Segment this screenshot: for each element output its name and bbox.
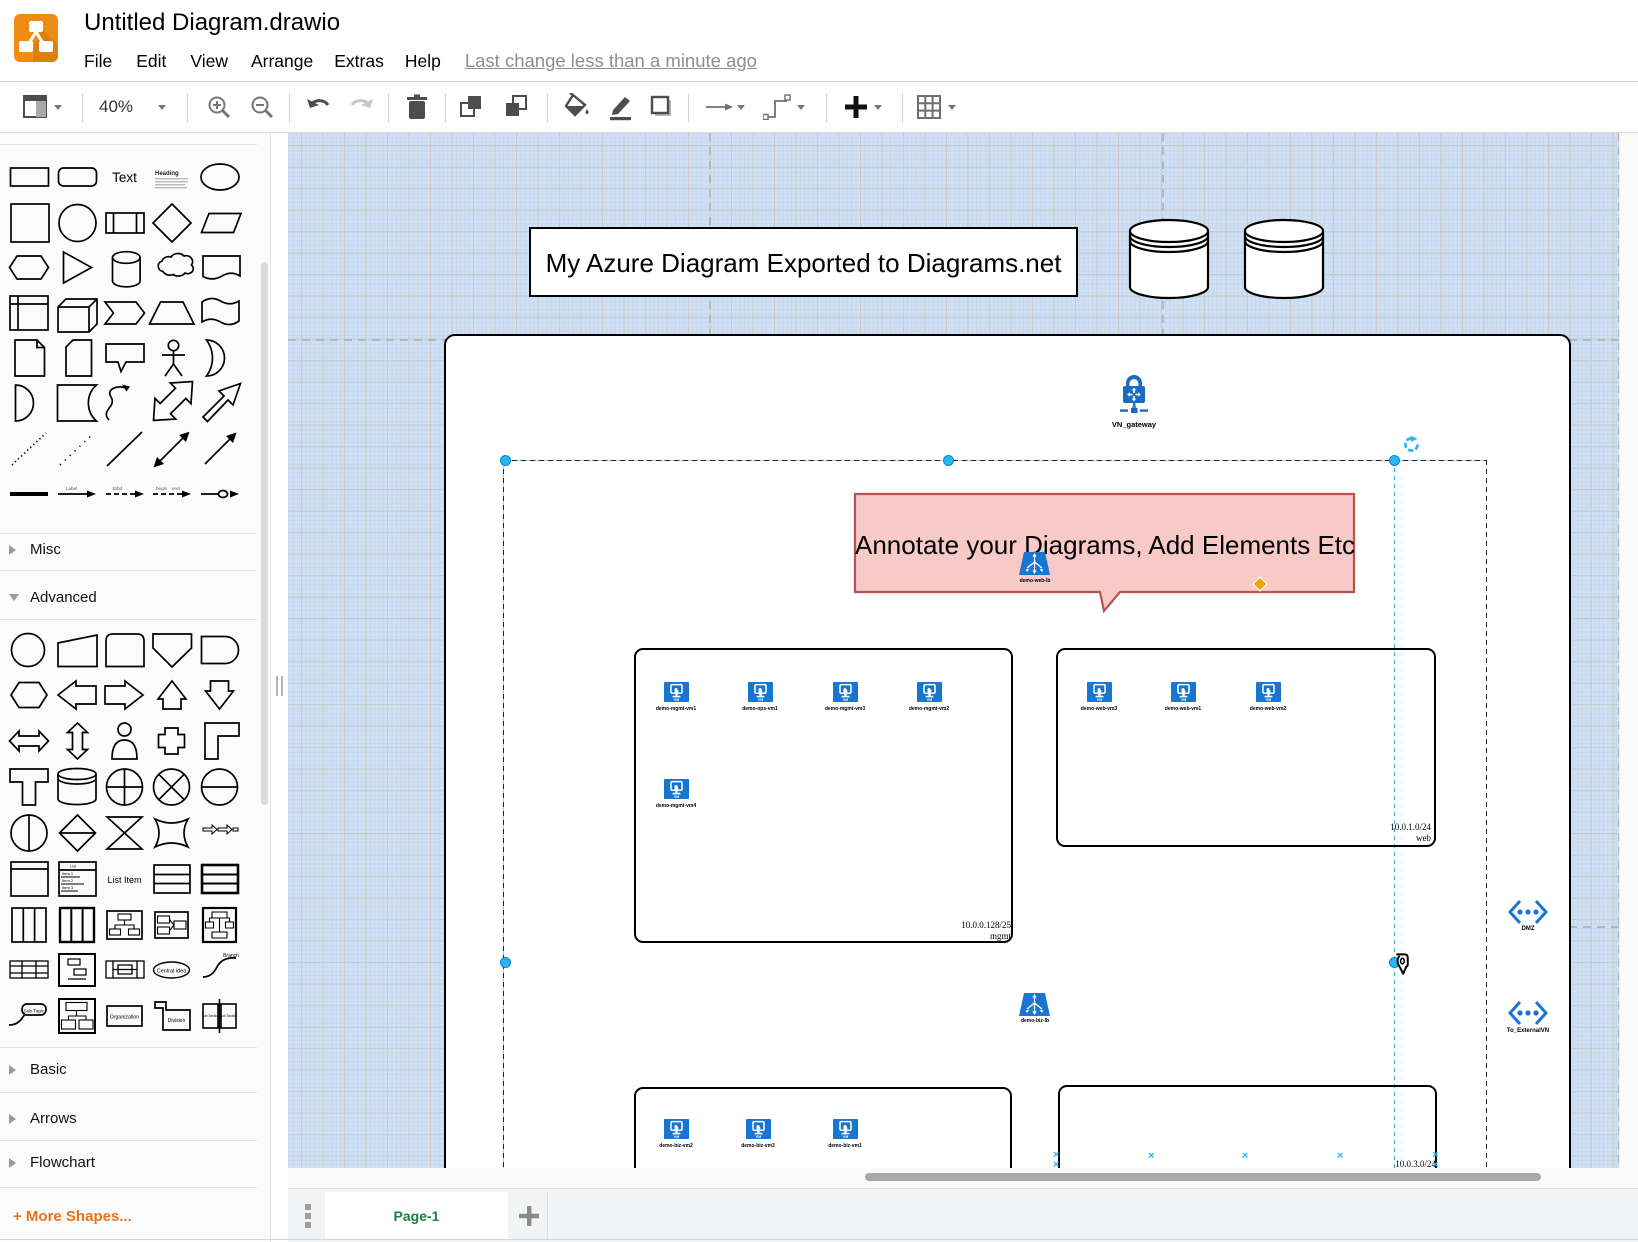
svg-text:Sub Section: Sub Section <box>202 1014 219 1018</box>
svg-text:Division: Division <box>168 1018 186 1024</box>
svg-text:Central idea: Central idea <box>157 969 188 975</box>
svg-text:Branch: Branch <box>223 953 239 959</box>
svg-text:Item 3: Item 3 <box>62 885 74 890</box>
svg-text:end: end <box>172 486 180 491</box>
svg-text:List Item: List Item <box>107 875 141 885</box>
svg-text:Heading: Heading <box>155 171 179 177</box>
svg-text:begin: begin <box>156 486 168 491</box>
svg-text:1bbd: 1bbd <box>112 486 123 491</box>
svg-text:Sub Section: Sub Section <box>220 1014 237 1018</box>
svg-text:List: List <box>70 864 77 869</box>
svg-text:Label: Label <box>66 486 77 491</box>
svg-text:Organization: Organization <box>110 1015 140 1021</box>
svg-text:Item 1: Item 1 <box>62 871 74 876</box>
svg-text:Sub Topic: Sub Topic <box>24 1009 46 1015</box>
svg-text:Text: Text <box>112 170 137 185</box>
svg-text:Item 2: Item 2 <box>62 878 74 883</box>
